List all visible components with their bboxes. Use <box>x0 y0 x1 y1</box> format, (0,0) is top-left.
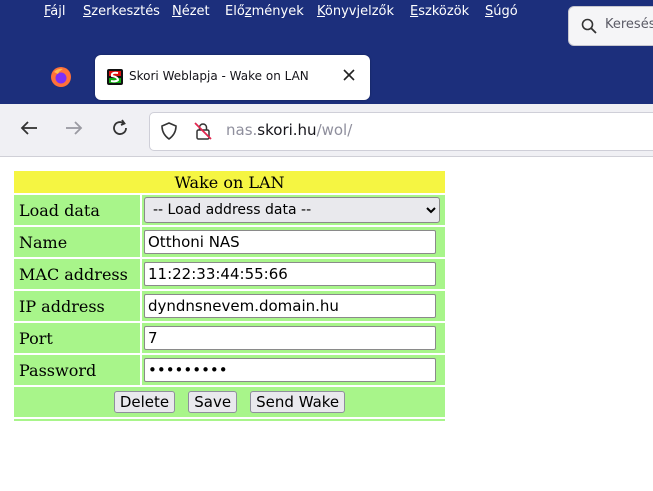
search-icon <box>581 18 597 34</box>
save-button[interactable]: Save <box>188 391 238 413</box>
site-favicon <box>107 69 123 85</box>
tab-title: Skori Weblapja - Wake on LAN <box>129 69 309 83</box>
search-input[interactable]: Keresés <box>568 6 653 46</box>
name-label: Name <box>14 227 140 257</box>
password-input[interactable] <box>144 358 436 382</box>
ip-label: IP address <box>14 291 140 321</box>
shield-icon[interactable] <box>160 122 178 140</box>
firefox-view-icon[interactable] <box>50 66 72 88</box>
menu-view[interactable]: Nézet <box>172 4 210 19</box>
search-placeholder: Keresés <box>605 17 653 32</box>
url-text[interactable]: nas.skori.hu/wol/ <box>226 121 352 139</box>
load-data-label: Load data <box>14 195 140 225</box>
insecure-lock-icon[interactable] <box>194 122 212 140</box>
mac-label: MAC address <box>14 259 140 289</box>
menu-history[interactable]: Előzmények <box>225 4 304 19</box>
wol-form: Wake on LAN Load data -- Load address da… <box>12 169 447 423</box>
tab-active[interactable]: Skori Weblapja - Wake on LAN <box>95 55 370 100</box>
password-label: Password <box>14 355 140 385</box>
forward-arrow-icon[interactable] <box>64 118 84 138</box>
load-data-select[interactable]: -- Load address data -- <box>144 197 440 223</box>
port-label: Port <box>14 323 140 353</box>
menu-file[interactable]: Fájl <box>44 4 66 19</box>
menu-bookmarks[interactable]: Könyvjelzők <box>317 4 394 19</box>
address-bar[interactable]: nas.skori.hu/wol/ <box>149 112 653 151</box>
mac-input[interactable] <box>144 262 436 286</box>
name-input[interactable] <box>144 230 436 254</box>
button-row: Delete Save Send Wake <box>14 387 445 417</box>
browser-titlebar: Fájl Szerkesztés Nézet Előzmények Könyvj… <box>0 0 653 104</box>
form-footer <box>14 419 445 421</box>
port-input[interactable] <box>144 326 436 350</box>
reload-icon[interactable] <box>110 118 130 138</box>
menu-edit[interactable]: Szerkesztés <box>83 4 160 19</box>
menu-tools[interactable]: Eszközök <box>410 4 469 19</box>
menu-help[interactable]: Súgó <box>485 4 518 19</box>
menu-bar: Fájl Szerkesztés Nézet Előzmények Könyvj… <box>0 0 560 26</box>
send-wake-button[interactable]: Send Wake <box>250 391 346 413</box>
form-title: Wake on LAN <box>14 171 445 193</box>
delete-button[interactable]: Delete <box>113 391 176 413</box>
navigation-toolbar: nas.skori.hu/wol/ <box>0 104 653 157</box>
close-icon[interactable] <box>342 68 356 82</box>
back-arrow-icon[interactable] <box>19 118 39 138</box>
ip-input[interactable] <box>144 294 436 318</box>
